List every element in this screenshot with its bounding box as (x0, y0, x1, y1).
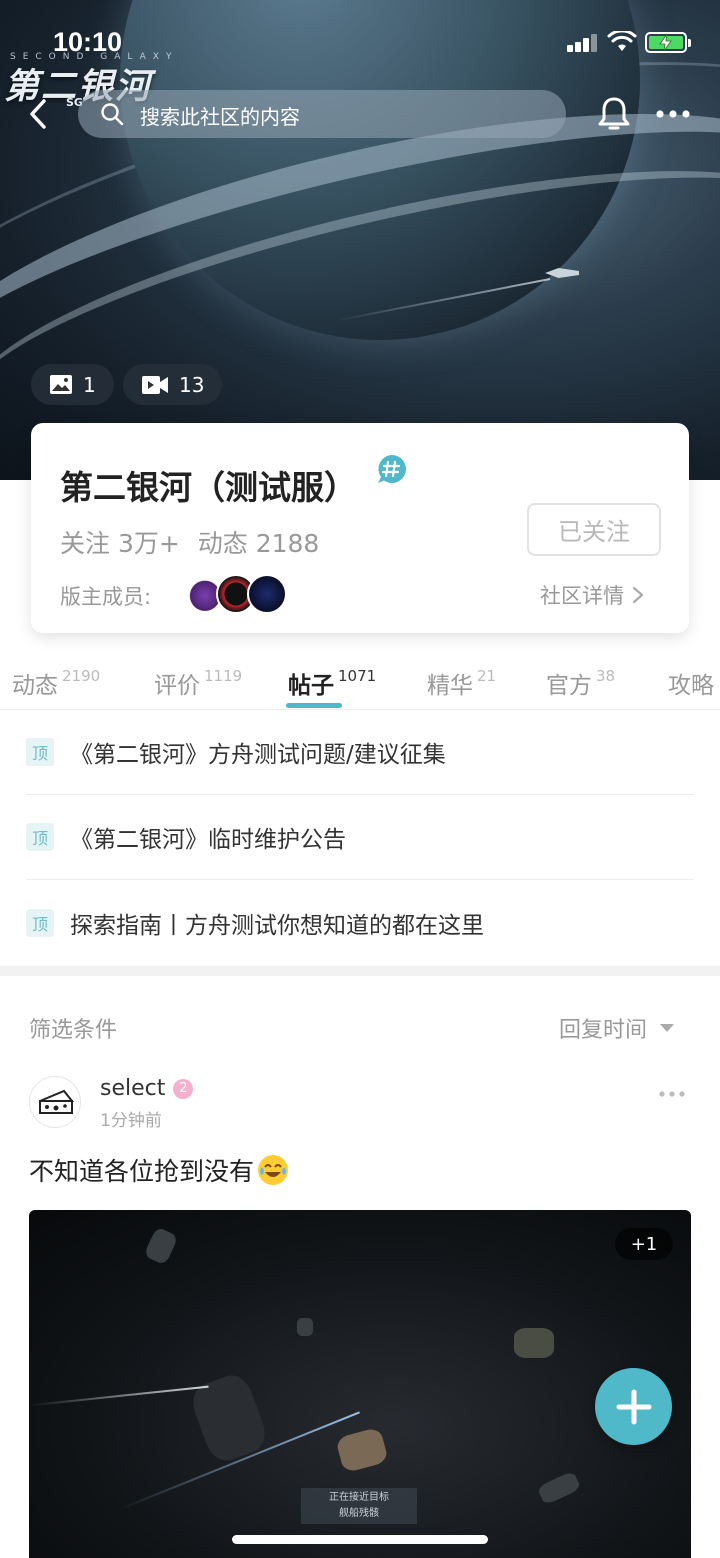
more-options-icon[interactable] (654, 104, 692, 124)
video-count-button[interactable]: 13 (123, 364, 223, 405)
post-text: 不知道各位抢到没有 (29, 1157, 255, 1186)
home-indicator (232, 1535, 488, 1544)
user-level-badge: 2 (173, 1078, 194, 1099)
search-placeholder: 搜索此社区的内容 (140, 105, 300, 129)
asteroid (143, 1226, 179, 1266)
tab-featured[interactable]: 精华 21 (427, 666, 496, 700)
plus-icon (616, 1389, 651, 1424)
post-image[interactable]: +1 正在接近目标 舰船残骸 (29, 1210, 691, 1558)
pinned-post-title: 《第二银河》方舟测试问题/建议征集 (70, 742, 446, 768)
pinned-post[interactable]: 顶 《第二银河》方舟测试问题/建议征集 (26, 710, 694, 795)
tab-reviews[interactable]: 评价 1119 (154, 666, 242, 700)
pinned-post-title: 探索指南丨方舟测试你想知道的都在这里 (70, 912, 484, 939)
spaceship-wreck (335, 1426, 389, 1474)
tab-count: 38 (596, 667, 616, 685)
post-timestamp: 1分钟前 (100, 1111, 162, 1131)
community-details-link[interactable]: 社区详情 (540, 580, 644, 610)
tab-guides[interactable]: 攻略 (668, 666, 714, 700)
caret-down-icon (660, 1024, 675, 1032)
image-icon (50, 375, 72, 394)
tab-count: 1071 (338, 667, 377, 685)
video-icon (142, 375, 168, 394)
post-body[interactable]: 不知道各位抢到没有 (29, 1152, 289, 1188)
topic-hash-icon (378, 455, 406, 483)
wifi-icon (607, 31, 637, 51)
chevron-right-icon (632, 586, 644, 604)
tab-label: 攻略 (668, 673, 714, 699)
search-input[interactable]: 搜索此社区的内容 (78, 90, 566, 138)
hud-line: 正在接近目标 (329, 1492, 389, 1503)
image-count-badge: +1 (615, 1228, 673, 1260)
pinned-tag: 顶 (26, 738, 54, 766)
light-streak (29, 1385, 209, 1407)
game-hud-panel: 正在接近目标 舰船残骸 (301, 1488, 417, 1524)
post-author-name: select (100, 1076, 166, 1101)
follow-button[interactable]: 已关注 (527, 503, 661, 556)
post-more-icon[interactable] (658, 1088, 686, 1100)
tab-label: 官方 (546, 673, 592, 699)
moderators-label: 版主成员: (60, 585, 152, 609)
sort-dropdown[interactable]: 回复时间 (559, 1012, 675, 1044)
search-icon (101, 103, 124, 126)
tab-feed[interactable]: 动态 2190 (12, 666, 100, 700)
tab-count: 2190 (62, 667, 101, 685)
posts-count: 动态 2188 (197, 529, 320, 558)
tab-count: 1119 (204, 667, 243, 685)
cellular-signal-icon (567, 34, 599, 52)
community-stats: 关注 3万+ 动态 2188 (60, 524, 329, 560)
pinned-tag: 顶 (26, 908, 54, 937)
sort-label: 回复时间 (559, 1018, 648, 1043)
asteroid (514, 1328, 554, 1358)
photo-count: 1 (83, 372, 96, 397)
tab-count: 21 (477, 667, 497, 685)
section-divider (0, 966, 720, 976)
community-tabs: 动态 2190 评价 1119 帖子 1071 精华 21 官方 38 攻略 (0, 652, 720, 710)
cheese-icon (39, 1089, 75, 1114)
tab-official[interactable]: 官方 38 (546, 666, 615, 700)
photo-count-button[interactable]: 1 (31, 364, 114, 405)
battery-tip (688, 39, 691, 47)
laughing-tears-emoji-icon (258, 1155, 289, 1185)
notification-bell-icon[interactable] (596, 94, 632, 134)
followers-count: 关注 3万+ (60, 529, 180, 558)
video-count: 13 (179, 372, 205, 397)
tab-posts[interactable]: 帖子 1071 (288, 666, 376, 700)
community-page: SECOND GALAXY 第二银河 SG 10:10 搜索此社区的内容 1 1… (0, 0, 720, 1558)
community-title: 第二银河（测试服） (60, 468, 357, 507)
tab-label: 动态 (12, 673, 58, 699)
tab-label: 帖子 (288, 673, 334, 699)
pinned-post[interactable]: 顶 《第二银河》临时维护公告 (26, 795, 694, 880)
pinned-tag: 顶 (26, 823, 54, 851)
pinned-post[interactable]: 顶 探索指南丨方舟测试你想知道的都在这里 (26, 880, 694, 965)
active-tab-indicator (286, 703, 342, 708)
asteroid (297, 1318, 313, 1336)
status-time: 10:10 (53, 27, 123, 57)
post-author-avatar[interactable] (29, 1076, 81, 1128)
charging-bolt-icon (659, 33, 672, 52)
post-author[interactable]: select 2 (100, 1076, 194, 1101)
moderator-avatars (185, 574, 295, 616)
tab-label: 精华 (427, 673, 473, 699)
filter-button[interactable]: 筛选条件 (29, 1012, 117, 1044)
community-info-card: 第二银河（测试服） 关注 3万+ 动态 2188 已关注 版主成员: 社区详情 (31, 423, 689, 633)
hero-banner: SECOND GALAXY 第二银河 SG 10:10 搜索此社区的内容 1 1… (0, 0, 720, 480)
asteroid (536, 1470, 582, 1506)
tab-label: 评价 (154, 673, 200, 699)
community-details-label: 社区详情 (540, 584, 624, 608)
hud-line: 舰船残骸 (339, 1508, 379, 1519)
avatar[interactable] (247, 574, 287, 614)
pinned-post-title: 《第二银河》临时维护公告 (70, 827, 346, 853)
create-post-button[interactable] (595, 1368, 672, 1445)
back-button[interactable] (22, 94, 58, 134)
